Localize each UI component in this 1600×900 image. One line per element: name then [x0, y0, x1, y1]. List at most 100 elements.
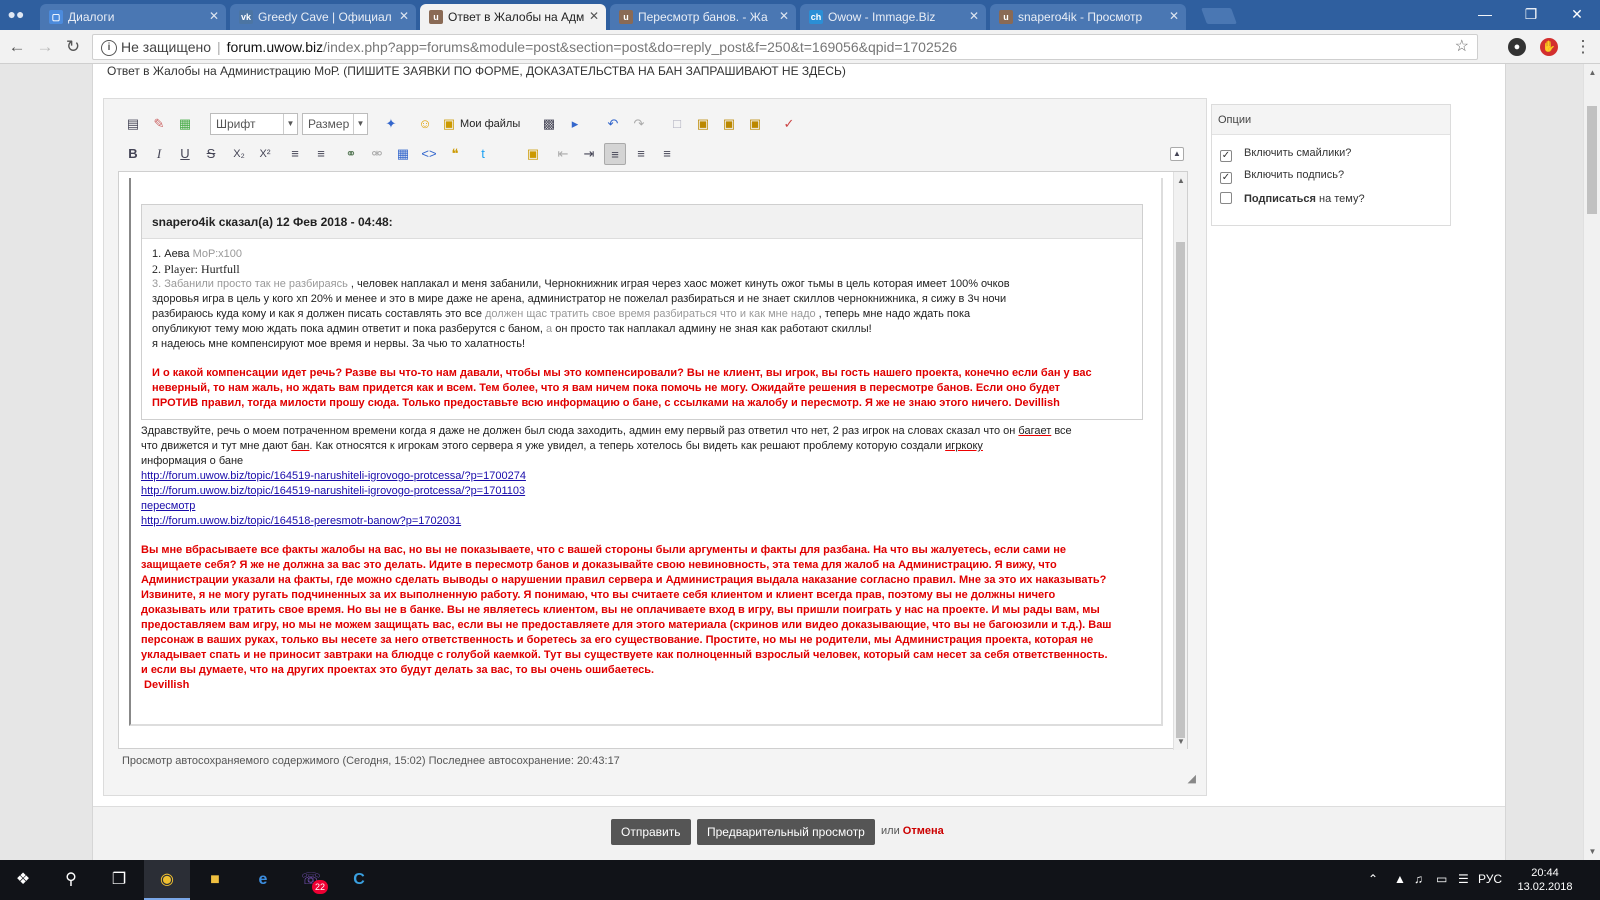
- editor-scrollbar[interactable]: ▲ ▼: [1173, 172, 1187, 750]
- minimize-icon[interactable]: —: [1462, 4, 1508, 26]
- font-select[interactable]: Шрифт ▼: [210, 113, 298, 135]
- complaint-link-2[interactable]: http://forum.uwow.biz/topic/164519-narus…: [141, 484, 525, 499]
- bullet-list-icon[interactable]: ≡: [284, 143, 306, 165]
- undo-icon[interactable]: ↶: [602, 113, 624, 135]
- viber-icon[interactable]: ☏ 22: [288, 860, 334, 900]
- submit-button[interactable]: Отправить: [611, 819, 691, 845]
- paste-word-icon[interactable]: ▣: [744, 113, 766, 135]
- browser-tab-active[interactable]: u Ответ в Жалобы на Адм ✕: [420, 4, 606, 30]
- tab-close-icon[interactable]: ✕: [399, 9, 409, 23]
- editor-content-area[interactable]: snapero4ik сказал(а) 12 Фев 2018 - 04:48…: [118, 171, 1188, 750]
- edge-icon[interactable]: e: [240, 860, 286, 900]
- file-explorer-icon[interactable]: ■: [192, 860, 238, 900]
- numbered-list-icon[interactable]: ≡: [310, 143, 332, 165]
- copy-icon[interactable]: □: [666, 113, 688, 135]
- editor-body[interactable]: snapero4ik сказал(а) 12 Фев 2018 - 04:48…: [129, 178, 1163, 726]
- twitter-icon[interactable]: t: [472, 143, 494, 165]
- size-select[interactable]: Размер ▼: [302, 113, 368, 135]
- menu-dots-icon[interactable]: ⋮: [1572, 36, 1594, 58]
- maximize-icon[interactable]: ❐: [1508, 4, 1554, 26]
- ccleaner-icon[interactable]: C: [336, 860, 382, 900]
- magic-wand-icon[interactable]: ✦: [380, 113, 402, 135]
- strikethrough-icon[interactable]: S: [200, 143, 222, 165]
- eraser-icon[interactable]: ✎: [148, 113, 170, 135]
- battery-icon[interactable]: ▭: [1436, 872, 1447, 886]
- extension-icon[interactable]: ●: [1508, 38, 1526, 56]
- browser-tab[interactable]: u Пересмотр банов. - Жа ✕: [610, 4, 796, 30]
- spellcheck-icon[interactable]: ✓: [778, 113, 800, 135]
- cancel-link[interactable]: Отмена: [903, 825, 944, 837]
- complaint-link-1[interactable]: http://forum.uwow.biz/topic/164519-narus…: [141, 469, 526, 484]
- tab-close-icon[interactable]: ✕: [779, 9, 789, 23]
- my-files-icon[interactable]: ▣: [438, 113, 460, 135]
- code-icon[interactable]: <>: [418, 143, 440, 165]
- paste-icon[interactable]: ▣: [692, 113, 714, 135]
- collapse-toolbar-icon[interactable]: ▲: [1170, 147, 1184, 161]
- adblock-icon[interactable]: ✋: [1540, 38, 1558, 56]
- resize-grip-icon[interactable]: ◢: [1188, 772, 1196, 785]
- align-right-icon[interactable]: ≡: [656, 143, 678, 165]
- subscribe-option[interactable]: Подписаться на тему?: [1220, 192, 1365, 205]
- enable-signature-option[interactable]: ✓ Включить подпись?: [1220, 169, 1344, 184]
- tab-close-icon[interactable]: ✕: [589, 9, 599, 23]
- checkbox-checked-icon[interactable]: ✓: [1220, 150, 1232, 162]
- scroll-down-icon[interactable]: ▼: [1584, 847, 1600, 856]
- preview-button[interactable]: Предварительный просмотр: [697, 819, 875, 845]
- new-tab-button[interactable]: [1201, 8, 1237, 24]
- quote-icon[interactable]: ❝: [444, 143, 466, 165]
- smiley-icon[interactable]: ☺: [414, 113, 436, 135]
- image-icon[interactable]: ▦: [392, 143, 414, 165]
- toggle-editor-icon[interactable]: ▦: [174, 113, 196, 135]
- task-view-icon[interactable]: ❐: [96, 860, 142, 900]
- binoculars-icon[interactable]: ▩: [538, 113, 560, 135]
- editor-scroll-thumb[interactable]: [1176, 242, 1185, 738]
- page-scrollbar[interactable]: ▲ ▼: [1583, 64, 1600, 860]
- notification-icon[interactable]: ☰: [1458, 872, 1469, 886]
- info-icon[interactable]: i: [101, 40, 117, 56]
- link-icon[interactable]: ⚭: [340, 143, 362, 165]
- scroll-up-icon[interactable]: ▲: [1584, 68, 1600, 77]
- scroll-up-icon[interactable]: ▲: [1174, 176, 1188, 185]
- search-icon[interactable]: ⚲: [48, 860, 94, 900]
- clock[interactable]: 20:44 13.02.2018: [1510, 866, 1580, 894]
- outdent-icon[interactable]: ⇤: [552, 143, 574, 165]
- spoiler-lock-icon[interactable]: ▣: [522, 143, 544, 165]
- browser-tab[interactable]: vk Greedy Cave | Официал ✕: [230, 4, 416, 30]
- superscript-icon[interactable]: X²: [254, 143, 276, 165]
- address-bar[interactable]: i Не защищено | forum.uwow.biz/index.php?ap…: [92, 34, 1478, 60]
- language-indicator[interactable]: РУС: [1478, 872, 1502, 886]
- subscript-icon[interactable]: X₂: [228, 143, 250, 165]
- reload-icon[interactable]: ↻: [62, 36, 84, 58]
- review-link[interactable]: http://forum.uwow.biz/topic/164518-peres…: [141, 514, 461, 529]
- underline-icon[interactable]: U: [174, 143, 196, 165]
- tab-close-icon[interactable]: ✕: [209, 9, 219, 23]
- enable-smilies-option[interactable]: ✓ Включить смайлики?: [1220, 147, 1351, 162]
- back-arrow-icon[interactable]: ←: [6, 36, 28, 58]
- tab-close-icon[interactable]: ✕: [1169, 9, 1179, 23]
- chrome-icon[interactable]: ◉: [144, 860, 190, 900]
- windows-start-icon[interactable]: ❖: [0, 860, 46, 900]
- unlink-icon[interactable]: ⚮: [366, 143, 388, 165]
- checkbox-checked-icon[interactable]: ✓: [1220, 172, 1232, 184]
- indent-icon[interactable]: ⇥: [578, 143, 600, 165]
- network-icon[interactable]: ▲: [1394, 872, 1406, 886]
- align-left-icon[interactable]: ≡: [604, 143, 626, 165]
- source-icon[interactable]: ▤: [122, 113, 144, 135]
- browser-tab[interactable]: u snapero4ik - Просмотр ✕: [990, 4, 1186, 30]
- review-link-label[interactable]: пересмотр: [141, 499, 195, 514]
- volume-icon[interactable]: ♫: [1414, 872, 1423, 886]
- align-center-icon[interactable]: ≡: [630, 143, 652, 165]
- close-window-icon[interactable]: ✕: [1554, 4, 1600, 26]
- autosave-status[interactable]: Просмотр автосохраняемого содержимого (С…: [122, 755, 620, 767]
- browser-tab[interactable]: ch Owow - Immage.Biz ✕: [800, 4, 986, 30]
- forward-arrow-icon[interactable]: →: [34, 36, 56, 58]
- bold-icon[interactable]: B: [122, 143, 144, 165]
- paste-text-icon[interactable]: ▣: [718, 113, 740, 135]
- checkbox-unchecked-icon[interactable]: [1220, 192, 1232, 204]
- page-scroll-thumb[interactable]: [1587, 106, 1597, 214]
- tray-chevron-icon[interactable]: ⌃: [1368, 872, 1378, 886]
- browser-tab[interactable]: ▢ Диалоги ✕: [40, 4, 226, 30]
- tab-close-icon[interactable]: ✕: [969, 9, 979, 23]
- italic-icon[interactable]: I: [148, 143, 170, 165]
- scroll-down-icon[interactable]: ▼: [1174, 737, 1188, 746]
